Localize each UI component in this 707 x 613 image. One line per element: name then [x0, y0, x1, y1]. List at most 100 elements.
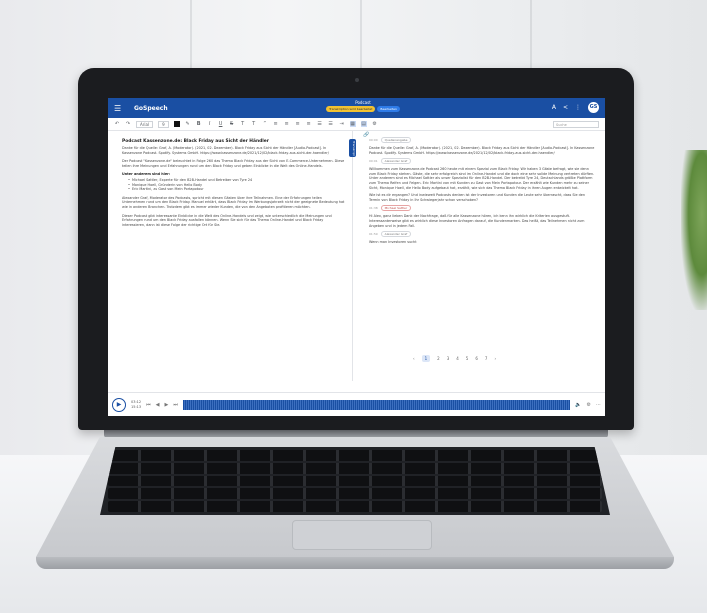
speaker-row: 01:38 Michael Sattler: [369, 205, 595, 212]
skip-icon[interactable]: ⏭: [173, 402, 178, 408]
summary-heading: Podcast Kassenzone.de: Black Friday aus …: [122, 139, 269, 144]
status-chip: Transkription wird bearbeitet: [326, 106, 376, 112]
volume-icon[interactable]: 🔈: [575, 402, 581, 408]
guest-list: Michael Sattler, Experte für den B2B-Han…: [122, 178, 346, 192]
trackpad: [292, 520, 432, 550]
rewind-icon[interactable]: ⏮: [146, 402, 151, 408]
laptop-hinge: [104, 430, 608, 438]
bold-icon[interactable]: B: [196, 121, 202, 127]
redo-icon[interactable]: ↷: [125, 121, 131, 127]
app-title: GoSpeech: [134, 104, 168, 112]
avatar[interactable]: GS: [588, 102, 599, 113]
playback-settings-icon[interactable]: ⋯: [596, 402, 601, 408]
page-link[interactable]: 5: [466, 356, 469, 361]
next-page-icon[interactable]: ›: [494, 356, 496, 361]
settings-icon[interactable]: ⚙: [372, 121, 378, 127]
search-input[interactable]: Suche: [553, 120, 599, 128]
audio-player: ▶ 03:12 15:13 ⏮ ◀ ▶ ⏭ 🔈 ⚙ ⋯: [108, 392, 605, 416]
view-transcript-icon[interactable]: ▤: [360, 121, 367, 127]
page-link[interactable]: 4: [456, 356, 459, 361]
summary-paragraph: Dieser Podcast gibt interessante Einblic…: [122, 213, 332, 227]
link-icon[interactable]: 🔗: [363, 132, 369, 138]
transcript-paragraph[interactable]: Wie ist es dir ergangen? Und inwieweit P…: [369, 193, 595, 202]
key-row: [108, 501, 602, 512]
mode-chip[interactable]: Bearbeiten: [377, 106, 400, 112]
transcript-pane[interactable]: Transkript 🔗 00:00 Quellenangabe Danke f…: [349, 131, 605, 381]
speaker-tag[interactable]: Michael Sattler: [380, 205, 412, 212]
prev-page-icon[interactable]: ‹: [413, 356, 415, 361]
timestamp: 00:01: [369, 159, 378, 164]
key-row: [108, 488, 602, 500]
page-link[interactable]: 1: [421, 355, 431, 362]
list-item: Eric Martini, zu Gast von Mein Portapoto…: [122, 187, 346, 192]
document-header: Podcast Transkription wird bearbeitet Be…: [298, 100, 428, 112]
forward-icon[interactable]: ▶: [164, 402, 168, 408]
speaker-tag[interactable]: Alexander Graf: [380, 231, 412, 238]
text-color-swatch[interactable]: [173, 121, 180, 127]
justify-icon[interactable]: ≡: [306, 121, 312, 127]
align-center-icon[interactable]: ≡: [284, 121, 290, 127]
guests-heading: Unter anderem sind hier:: [122, 172, 171, 177]
highlight-icon[interactable]: ✎: [185, 121, 191, 127]
summary-source: Danke für die Quelle: Graf, A. (Moderato…: [122, 146, 329, 155]
timestamp: 01:59: [369, 232, 378, 237]
speaker-row: 00:01 Alexander Graf: [369, 158, 595, 165]
time-display: 03:12 15:13: [131, 400, 141, 410]
page-link[interactable]: 6: [475, 356, 478, 361]
align-left-icon[interactable]: ≡: [273, 121, 279, 127]
transcript-paragraph[interactable]: Wenn man Investoren sucht: [369, 240, 595, 245]
editor-panes: Podcast Kassenzone.de: Black Friday aus …: [108, 131, 605, 381]
quote-icon[interactable]: ”: [262, 121, 268, 127]
numbered-list-icon[interactable]: ☰: [328, 121, 334, 127]
timestamp: 01:38: [369, 206, 378, 211]
speaker-row: 00:00 Quellenangabe: [369, 137, 595, 143]
key-row: [108, 475, 602, 487]
undo-icon[interactable]: ↶: [114, 121, 120, 127]
play-button[interactable]: ▶: [112, 397, 126, 412]
size-select[interactable]: 9: [158, 120, 169, 128]
italic-icon[interactable]: I: [207, 121, 213, 127]
menu-icon[interactable]: ☰: [114, 104, 126, 113]
keyboard: [100, 447, 610, 515]
back-icon[interactable]: ◀: [156, 402, 160, 408]
document-title[interactable]: Podcast: [298, 100, 428, 105]
share-icon[interactable]: <: [563, 104, 568, 111]
speaker-row: 01:59 Alexander Graf: [369, 231, 595, 238]
speaker-tag[interactable]: Quellenangabe: [380, 137, 412, 143]
laptop-front-edge: [36, 557, 674, 569]
underline-icon[interactable]: U: [218, 121, 224, 127]
page-link[interactable]: 3: [447, 356, 450, 361]
strikethrough-icon[interactable]: S: [229, 121, 235, 127]
bullet-list-icon[interactable]: ☰: [317, 121, 323, 127]
page-link[interactable]: 7: [485, 356, 488, 361]
key-row: [108, 462, 602, 474]
webcam: [355, 78, 359, 82]
summary-pane[interactable]: Podcast Kassenzone.de: Black Friday aus …: [108, 131, 353, 381]
transcript-side-tab[interactable]: Transkript: [349, 139, 356, 157]
current-time: 03:12: [131, 399, 142, 404]
waveform-scrubber[interactable]: [182, 399, 571, 410]
indent-icon[interactable]: ⇥: [339, 121, 345, 127]
font-select[interactable]: Arial: [136, 120, 154, 128]
timestamp: 00:00: [369, 138, 378, 142]
heading-icon[interactable]: T: [251, 121, 257, 127]
transcript-paragraph[interactable]: Danke für die Quelle: Graf, A. (Moderato…: [369, 146, 595, 155]
align-right-icon[interactable]: ≡: [295, 121, 301, 127]
pagination: ‹ 1 2 3 4 5 6 7 ›: [413, 355, 496, 362]
speed-icon[interactable]: ⚙: [587, 402, 591, 408]
transcript-paragraph[interactable]: Hi Alex, ganz lieben Dank der Nachfrage,…: [369, 214, 595, 228]
view-split-icon[interactable]: ▦: [349, 121, 356, 127]
formatting-toolbar: ↶ ↷ Arial 9 ✎ B I U S T T ” ≡ ≡ ≡ ≡ ☰ ☰ …: [108, 118, 605, 131]
font-size-icon[interactable]: A: [552, 104, 556, 111]
laptop-lid: ☰ GoSpeech Podcast Transkription wird be…: [78, 68, 634, 430]
page-link[interactable]: 2: [437, 356, 440, 361]
more-icon[interactable]: ⋮: [575, 104, 581, 111]
transcript-paragraph[interactable]: Willkommen zum Kassenzone.de Podcast 260…: [369, 167, 595, 190]
key-row: [108, 450, 602, 461]
plant: [681, 150, 707, 310]
speaker-tag[interactable]: Alexander Graf: [380, 158, 412, 165]
clear-format-icon[interactable]: T: [240, 121, 246, 127]
total-time: 15:13: [131, 404, 142, 409]
app-bar: ☰ GoSpeech Podcast Transkription wird be…: [108, 98, 605, 118]
summary-paragraph: Alexander Graf, Moderator des Podcasts, …: [122, 195, 345, 209]
